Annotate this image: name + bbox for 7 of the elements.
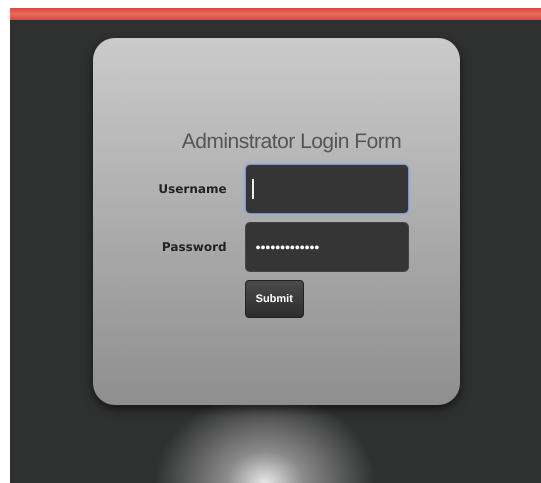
form-title: Adminstrator Login Form — [182, 130, 402, 154]
input-field[interactable]: ••••••••••••• — [244, 222, 409, 272]
input-field[interactable] — [244, 164, 409, 214]
submit-button[interactable]: Submit — [244, 280, 304, 318]
text-cursor — [252, 179, 254, 199]
field-label: Username — [158, 182, 227, 196]
field-label: Password — [162, 240, 227, 254]
